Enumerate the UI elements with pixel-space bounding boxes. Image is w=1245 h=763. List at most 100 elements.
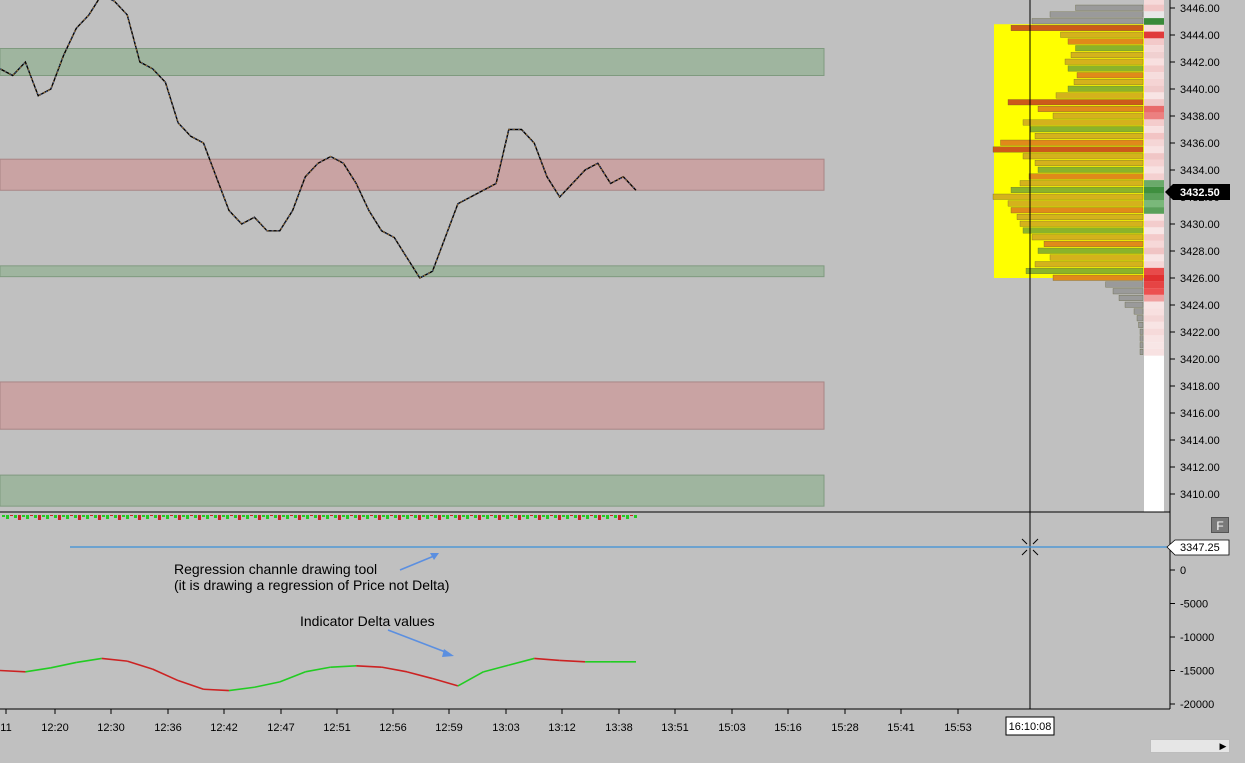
delta-volume-bar — [426, 515, 429, 519]
delta-volume-bar — [278, 515, 281, 520]
delta-volume-bar — [54, 515, 57, 518]
delta-volume-bar — [354, 515, 357, 518]
volume-profile-bar — [992, 193, 1144, 200]
delta-volume-bar — [58, 515, 61, 520]
delta-axis-tick-label: -20000 — [1180, 699, 1214, 711]
volume-profile-bar — [1133, 308, 1144, 315]
volume-profile-bar — [1049, 254, 1144, 261]
delta-volume-bar — [266, 515, 269, 519]
delta-volume-bar — [562, 515, 565, 517]
volume-profile-bar — [1010, 207, 1144, 214]
delta-volume-bar — [158, 515, 161, 520]
heat-cell — [1144, 0, 1164, 5]
heat-cell — [1144, 105, 1164, 113]
delta-volume-bar — [450, 515, 453, 516]
price-axis-tick-label: 3430.00 — [1180, 219, 1220, 231]
volume-profile-bar — [1025, 268, 1144, 274]
delta-volume-bar — [318, 515, 321, 520]
volume-profile-bar — [1060, 31, 1144, 38]
volume-profile-bar — [1136, 315, 1144, 322]
delta-volume-bar — [574, 515, 577, 518]
delta-volume-bar — [598, 515, 601, 520]
delta-volume-bar — [50, 515, 53, 516]
crosshair-time-label: 16:10:08 — [1009, 721, 1052, 733]
delta-volume-bar — [310, 515, 313, 516]
scroll-right-arrow-icon[interactable]: ▶ — [1217, 740, 1229, 752]
volume-profile-bar — [1055, 92, 1144, 99]
resistance-zone — [0, 158, 825, 191]
delta-volume-bar — [30, 515, 33, 516]
delta-volume-bar — [110, 515, 113, 516]
heat-cell — [1144, 301, 1164, 309]
volume-profile-bar — [1028, 173, 1144, 180]
chart-canvas[interactable]: 3446.00 3444.00 3442.00 3440.00 3438.00 3436.… — [0, 0, 1245, 758]
support-zone — [0, 474, 825, 507]
resistance-zone — [0, 381, 825, 430]
price-axis-tick-label: 3428.00 — [1180, 246, 1220, 258]
heat-cell — [1144, 4, 1164, 12]
delta-volume-bar — [14, 515, 17, 518]
heat-cell — [1144, 112, 1164, 120]
time-axis-tick-label: 12:42 — [210, 722, 238, 734]
heat-cell — [1144, 247, 1164, 255]
panel-f-button[interactable]: F — [1211, 517, 1229, 533]
delta-volume-bar — [2, 515, 5, 517]
time-axis-tick-label: 13:03 — [492, 722, 520, 734]
volume-profile-bar — [1037, 106, 1144, 112]
heat-cell — [1144, 78, 1164, 86]
heat-cell — [1144, 281, 1164, 289]
delta-volume-bar — [438, 515, 441, 520]
delta-volume-bar — [458, 515, 461, 520]
delta-volume-bar — [546, 515, 549, 519]
delta-volume-bar — [342, 515, 345, 517]
delta-volume-bar — [10, 515, 13, 516]
delta-volume-bar — [326, 515, 329, 519]
delta-volume-bar — [498, 515, 501, 520]
heat-cell — [1144, 193, 1164, 201]
time-axis-tick-label: 15:16 — [774, 722, 802, 734]
delta-volume-bar — [26, 515, 29, 519]
delta-volume-bar — [210, 515, 213, 516]
delta-volume-bar — [418, 515, 421, 520]
heat-cell — [1144, 99, 1164, 106]
price-axis-tick-label: 3422.00 — [1180, 327, 1220, 339]
volume-profile-bar — [1034, 160, 1144, 166]
price-axis-tick-label: 3440.00 — [1180, 84, 1220, 96]
delta-volume-bar — [86, 515, 89, 519]
delta-volume-bar — [522, 515, 525, 517]
heat-cell — [1144, 348, 1164, 356]
delta-volume-bar — [510, 515, 513, 516]
volume-profile-bar — [1076, 72, 1144, 79]
delta-volume-bar — [406, 515, 409, 519]
price-axis-tick-label: 3438.00 — [1180, 111, 1220, 123]
delta-volume-bar — [382, 515, 385, 517]
delta-volume-bar — [114, 515, 117, 518]
delta-volume-bar — [66, 515, 69, 519]
price-axis-tick-label: 3418.00 — [1180, 381, 1220, 393]
delta-volume-bar — [370, 515, 373, 516]
time-axis-tick-label: 15:41 — [887, 722, 915, 734]
delta-volume-bar — [578, 515, 581, 520]
time-axis-tick-label: 15:53 — [944, 722, 972, 734]
heat-cell — [1144, 213, 1164, 221]
delta-volume-bar — [186, 515, 189, 519]
time-axis-tick-label: 13:12 — [548, 722, 576, 734]
price-axis-tick-label: 3446.00 — [1180, 3, 1220, 15]
delta-volume-bar — [454, 515, 457, 518]
volume-profile-bar — [1016, 214, 1144, 220]
volume-profile-bar — [1139, 349, 1144, 355]
delta-volume-bar — [234, 515, 237, 518]
delta-volume-bar — [410, 515, 413, 516]
heat-cell — [1144, 72, 1164, 79]
delta-volume-bar — [126, 515, 129, 519]
delta-volume-bar — [334, 515, 337, 518]
volume-profile-bar — [1105, 281, 1144, 288]
delta-volume-bar — [78, 515, 81, 520]
delta-volume-bar — [566, 515, 569, 519]
heat-cell — [1144, 24, 1164, 32]
delta-volume-bar — [474, 515, 477, 518]
volume-profile-bar — [1037, 247, 1144, 254]
current-price-tag: 3432.50 — [1165, 184, 1230, 200]
heat-cell — [1144, 58, 1164, 66]
heat-cell — [1144, 45, 1164, 52]
